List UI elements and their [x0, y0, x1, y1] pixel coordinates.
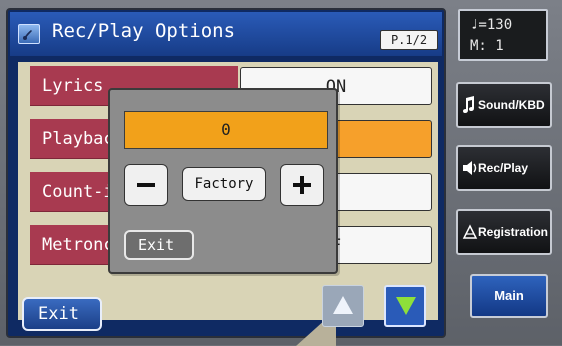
- exit-button[interactable]: Exit: [22, 297, 102, 331]
- main-button[interactable]: Main: [470, 274, 548, 318]
- factory-reset-button[interactable]: Factory: [182, 167, 266, 201]
- decrement-button[interactable]: [124, 164, 168, 206]
- scroll-down-button[interactable]: [384, 285, 426, 327]
- speaker-icon: [463, 161, 477, 175]
- tempo-value: ♩=130: [470, 17, 513, 33]
- registration-button[interactable]: Registration: [456, 209, 552, 255]
- title-bar: Rec/Play Options P.1/2: [10, 12, 442, 56]
- registration-icon: [462, 224, 478, 239]
- plus-icon: [293, 176, 311, 194]
- popup-exit-button[interactable]: Exit: [124, 230, 194, 260]
- registration-label: Registration: [478, 225, 549, 239]
- page-title: Rec/Play Options: [52, 20, 236, 42]
- rec-play-label: Rec/Play: [478, 161, 529, 175]
- triangle-down-icon: [396, 297, 416, 315]
- instrument-screen: Rec/Play Options P.1/2 Lyrics ON Playbac…: [0, 0, 562, 346]
- music-score-icon: [18, 24, 40, 44]
- increment-button[interactable]: [280, 164, 324, 206]
- value-edit-popup: 0 Factory Exit: [108, 88, 338, 274]
- minus-icon: [137, 183, 155, 187]
- sound-kbd-button[interactable]: Sound/KBD: [456, 82, 552, 128]
- value-display: 0: [124, 111, 328, 149]
- scroll-up-button[interactable]: [322, 285, 364, 327]
- page-indicator: P.1/2: [380, 30, 438, 50]
- tempo-display: ♩=130 M: 1: [458, 9, 548, 61]
- measure-value: M: 1: [470, 38, 504, 54]
- music-note-icon: [463, 96, 474, 113]
- triangle-up-icon: [333, 296, 353, 314]
- sound-kbd-label: Sound/KBD: [478, 98, 545, 112]
- rec-play-button[interactable]: Rec/Play: [456, 145, 552, 191]
